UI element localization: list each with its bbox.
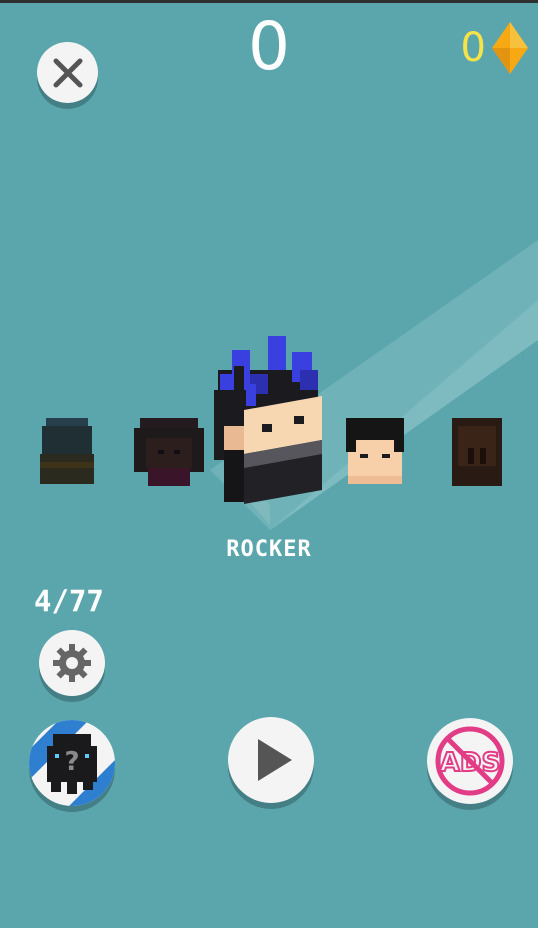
mystery-character-icon: ? [29, 720, 115, 806]
gem-count: 0 [460, 25, 486, 71]
svg-text:?: ? [64, 747, 79, 777]
no-ads-icon: ADS [435, 726, 505, 796]
character-name: ROCKER [226, 537, 312, 562]
settings-button[interactable] [39, 630, 105, 696]
character-slot-boy[interactable] [346, 418, 404, 486]
character-slot-locked-2[interactable] [134, 418, 204, 488]
character-rocker[interactable] [210, 330, 335, 535]
character-slot-locked-1[interactable] [38, 418, 96, 486]
gem-icon [492, 22, 528, 74]
no-ads-button[interactable]: ADS [427, 718, 513, 804]
character-slot-locked-3[interactable] [448, 418, 506, 488]
mystery-character-button[interactable]: ? [29, 720, 115, 806]
play-button[interactable] [228, 717, 314, 803]
score-display: 0 [248, 8, 290, 85]
gem-counter: 0 [461, 22, 528, 74]
unlocked-counter: 4/77 [34, 584, 104, 618]
gear-icon [53, 644, 91, 682]
play-icon [258, 739, 292, 781]
